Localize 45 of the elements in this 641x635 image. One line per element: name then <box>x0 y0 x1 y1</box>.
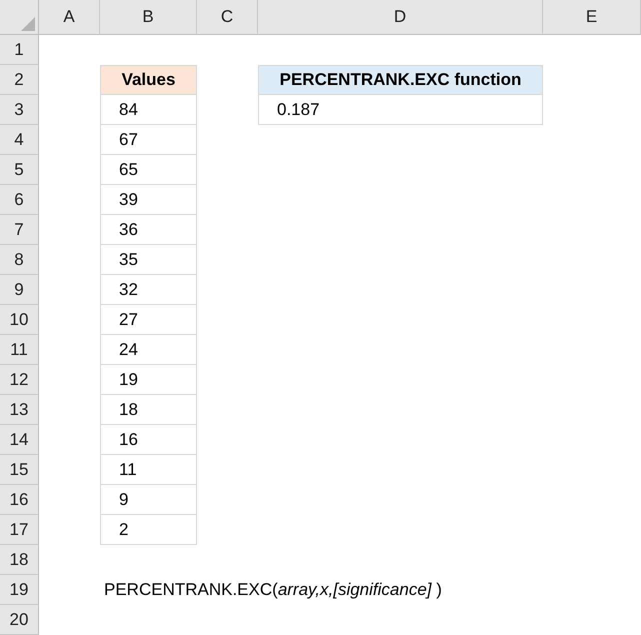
table-cell: 2 <box>100 514 197 545</box>
column-header[interactable]: D <box>258 0 543 35</box>
row-header[interactable]: 7 <box>0 215 39 245</box>
row-header[interactable]: 2 <box>0 65 39 95</box>
table-cell: 36 <box>100 214 197 245</box>
table-cell: 9 <box>100 484 197 515</box>
table-header: PERCENTRANK.EXC function <box>258 65 543 95</box>
row-header[interactable]: 11 <box>0 335 39 365</box>
table-cell: 35 <box>100 244 197 275</box>
table-cell: 19 <box>100 364 197 395</box>
table-cell: 11 <box>100 454 197 485</box>
syntax-text: PERCENTRANK.EXC(array,x,[significance] ) <box>103 580 442 600</box>
row-header[interactable]: 19 <box>0 575 39 605</box>
row-header[interactable]: 3 <box>0 95 39 125</box>
row-header[interactable]: 4 <box>0 125 39 155</box>
row-header[interactable]: 9 <box>0 275 39 305</box>
table-cell: 39 <box>100 184 197 215</box>
table-cell: 27 <box>100 304 197 335</box>
column-header[interactable]: E <box>543 0 641 35</box>
table-header: Values <box>100 65 197 95</box>
row-header[interactable]: 14 <box>0 425 39 455</box>
row-header[interactable]: 15 <box>0 455 39 485</box>
table-cell: 67 <box>100 124 197 155</box>
row-header[interactable]: 18 <box>0 545 39 575</box>
select-all-icon[interactable] <box>21 17 35 31</box>
row-header[interactable]: 20 <box>0 605 39 635</box>
column-header[interactable]: A <box>39 0 100 35</box>
row-header[interactable]: 8 <box>0 245 39 275</box>
row-header[interactable]: 16 <box>0 485 39 515</box>
row-header[interactable]: 6 <box>0 185 39 215</box>
column-header[interactable]: B <box>100 0 197 35</box>
row-header[interactable]: 1 <box>0 35 39 65</box>
row-header[interactable]: 13 <box>0 395 39 425</box>
table-cell: 0.187 <box>258 94 543 125</box>
table-cell: 18 <box>100 394 197 425</box>
table-cell: 65 <box>100 154 197 185</box>
table-cell: 24 <box>100 334 197 365</box>
table-cell: 32 <box>100 274 197 305</box>
row-header[interactable]: 10 <box>0 305 39 335</box>
table-cell: 84 <box>100 94 197 125</box>
table-cell: 16 <box>100 424 197 455</box>
row-header[interactable]: 5 <box>0 155 39 185</box>
column-header[interactable]: C <box>197 0 258 35</box>
row-header[interactable]: 17 <box>0 515 39 545</box>
row-header[interactable]: 12 <box>0 365 39 395</box>
